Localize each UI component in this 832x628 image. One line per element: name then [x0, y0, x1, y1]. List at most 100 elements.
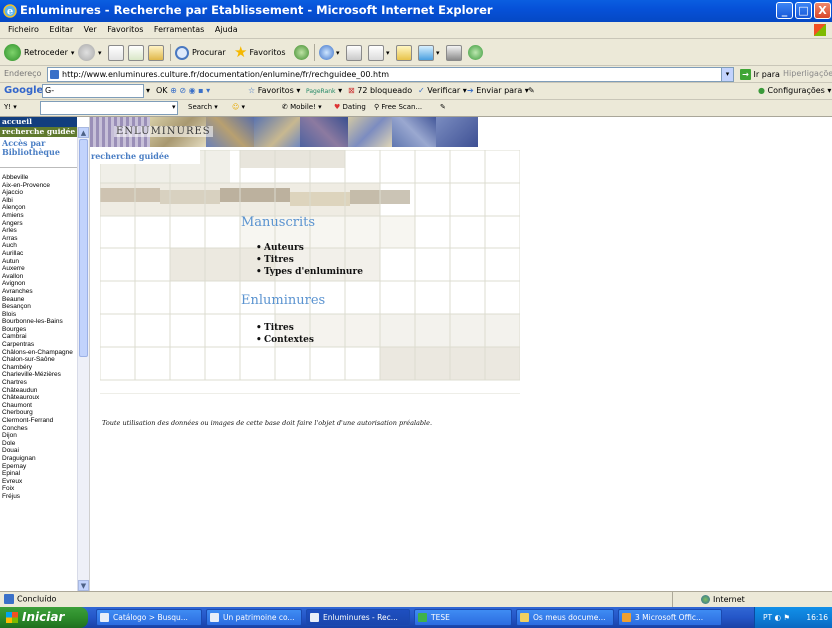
library-city-link[interactable]: Avallon — [2, 273, 76, 281]
links-toolbar[interactable]: Hiperligações — [783, 69, 832, 78]
link-auteurs[interactable]: Auteurs — [256, 242, 363, 254]
library-city-link[interactable]: Amiens — [2, 212, 76, 220]
library-city-link[interactable]: Châteauroux — [2, 394, 76, 402]
library-city-link[interactable]: Angers — [2, 220, 76, 228]
library-city-link[interactable]: Chambéry — [2, 364, 76, 372]
address-dropdown-button[interactable]: ▾ — [721, 67, 734, 82]
pagerank-indicator[interactable]: PageRank ▾ — [306, 86, 342, 95]
library-city-link[interactable]: Blois — [2, 311, 76, 319]
library-city-link[interactable]: Douai — [2, 447, 76, 455]
library-city-link[interactable]: Châlons-en-Champagne — [2, 349, 76, 357]
library-city-link[interactable]: Besançon — [2, 303, 76, 311]
home-button[interactable] — [148, 43, 164, 62]
spellcheck-button[interactable]: ✓ Verificar ▾ — [418, 86, 467, 95]
taskbar-item-documentos[interactable]: Os meus docume... — [516, 609, 614, 626]
edit-button[interactable]: ▾ — [368, 43, 390, 62]
library-city-link[interactable]: Cherbourg — [2, 409, 76, 417]
menu-tools[interactable]: Ferramentas — [154, 22, 204, 38]
go-button[interactable]: → Ir para — [740, 69, 780, 80]
yahoo-logo-icon[interactable]: Y! ▾ — [4, 103, 17, 111]
menu-favorites[interactable]: Favoritos — [107, 22, 143, 38]
library-city-link[interactable]: Abbeville — [2, 174, 76, 182]
link-types-enluminure[interactable]: Types d'enluminure — [256, 266, 363, 278]
library-city-link[interactable]: Auch — [2, 242, 76, 250]
freescan-button[interactable]: ⚲ Free Scan... — [374, 103, 422, 111]
library-city-link[interactable]: Conches — [2, 425, 76, 433]
popup-blocker[interactable]: ⊠ 72 bloqueado — [348, 86, 412, 95]
taskbar-item-enluminures[interactable]: Enluminures - Rec... — [306, 609, 410, 626]
close-button[interactable]: X — [814, 2, 831, 19]
minimize-button[interactable]: _ — [776, 2, 793, 19]
stop-button[interactable] — [108, 43, 124, 62]
language-indicator[interactable]: PT ◐ ⚑ — [763, 607, 790, 628]
refresh-button[interactable] — [128, 43, 144, 62]
library-city-link[interactable]: Carpentras — [2, 341, 76, 349]
taskbar-item-office[interactable]: 3 Microsoft Offic... — [618, 609, 722, 626]
library-city-link[interactable]: Beaune — [2, 296, 76, 304]
nav-recherche-guidee-link[interactable]: recherche guidée — [0, 127, 77, 137]
google-search-input[interactable]: G- — [42, 84, 144, 98]
library-city-link[interactable]: Arles — [2, 227, 76, 235]
scroll-up-icon[interactable]: ▲ — [78, 127, 89, 138]
chevron-down-icon[interactable]: ▾ — [146, 86, 150, 95]
library-city-link[interactable]: Bourbonne-les-Bains — [2, 318, 76, 326]
start-button[interactable]: Iniciar — [0, 607, 88, 628]
library-city-link[interactable]: Ajaccio — [2, 189, 76, 197]
library-city-link[interactable]: Chartres — [2, 379, 76, 387]
library-city-link[interactable]: Evreux — [2, 478, 76, 486]
library-city-link[interactable]: Epinal — [2, 470, 76, 478]
library-city-link[interactable]: Charleville-Mézières — [2, 371, 76, 379]
library-city-link[interactable]: Fréjus — [2, 493, 76, 501]
library-city-link[interactable]: Foix — [2, 485, 76, 493]
folder-button[interactable] — [396, 43, 412, 62]
settings-button[interactable]: ● Configurações ▾ — [758, 86, 831, 95]
research-button[interactable] — [446, 43, 462, 62]
pencil-icon[interactable]: ✎ — [440, 103, 446, 111]
menu-view[interactable]: Ver — [84, 22, 97, 38]
chevron-down-icon[interactable]: ▾ — [172, 103, 176, 111]
toolbar-search-input[interactable] — [40, 101, 178, 115]
link-titres-enluminures[interactable]: Titres — [256, 322, 314, 334]
history-button[interactable] — [294, 43, 309, 62]
dating-button[interactable]: ♥ Dating — [334, 103, 366, 111]
library-city-link[interactable]: Clermont-Ferrand — [2, 417, 76, 425]
library-city-link[interactable]: Châteaudun — [2, 387, 76, 395]
sidebar-scrollbar[interactable]: ▲ ▼ — [77, 127, 89, 591]
favorites-button[interactable]: ★ Favoritos — [234, 43, 286, 62]
library-city-link[interactable]: Alençon — [2, 204, 76, 212]
menu-edit[interactable]: Editar — [49, 22, 73, 38]
link-contextes[interactable]: Contextes — [256, 334, 314, 346]
library-city-link[interactable]: Chaumont — [2, 402, 76, 410]
toolbar-search-button[interactable]: Search ▾ — [188, 103, 218, 111]
library-city-link[interactable]: Aix-en-Provence — [2, 182, 76, 190]
forward-button[interactable]: ▾ — [78, 43, 102, 62]
link-titres-manuscrits[interactable]: Titres — [256, 254, 363, 266]
library-city-link[interactable]: Albi — [2, 197, 76, 205]
library-city-link[interactable]: Dijon — [2, 432, 76, 440]
library-city-link[interactable]: Autun — [2, 258, 76, 266]
mobile-button[interactable]: ✆ Mobile! ▾ — [282, 103, 322, 111]
taskbar-item-patrimoine[interactable]: Un patrimoine co... — [206, 609, 302, 626]
library-city-link[interactable]: Dole — [2, 440, 76, 448]
library-city-link[interactable]: Epernay — [2, 463, 76, 471]
google-ok-button[interactable]: OK ⊕ ⊘ ◉ ▪ ▾ — [156, 86, 210, 95]
smiley-button[interactable]: ☺ ▾ — [232, 103, 245, 111]
library-city-link[interactable]: Arras — [2, 235, 76, 243]
messenger-button[interactable]: ▾ — [418, 43, 440, 62]
print-button[interactable] — [346, 43, 362, 62]
address-input[interactable]: http://www.enluminures.culture.fr/docume… — [47, 67, 722, 82]
search-button[interactable]: Procurar — [175, 43, 226, 62]
menu-help[interactable]: Ajuda — [215, 22, 238, 38]
taskbar-item-catalogo[interactable]: Catálogo > Busqu... — [96, 609, 202, 626]
library-city-link[interactable]: Chalon-sur-Saône — [2, 356, 76, 364]
menu-file[interactable]: Ficheiro — [8, 22, 39, 38]
taskbar-item-tese[interactable]: TESE — [414, 609, 512, 626]
library-city-link[interactable]: Auxerre — [2, 265, 76, 273]
scrollbar-thumb[interactable] — [79, 139, 88, 357]
contacts-button[interactable] — [468, 43, 483, 62]
library-city-link[interactable]: Cambrai — [2, 333, 76, 341]
library-city-link[interactable]: Draguignan — [2, 455, 76, 463]
library-city-link[interactable]: Aurillac — [2, 250, 76, 258]
back-button[interactable]: Retroceder ▾ — [4, 43, 74, 62]
library-city-link[interactable]: Bourges — [2, 326, 76, 334]
